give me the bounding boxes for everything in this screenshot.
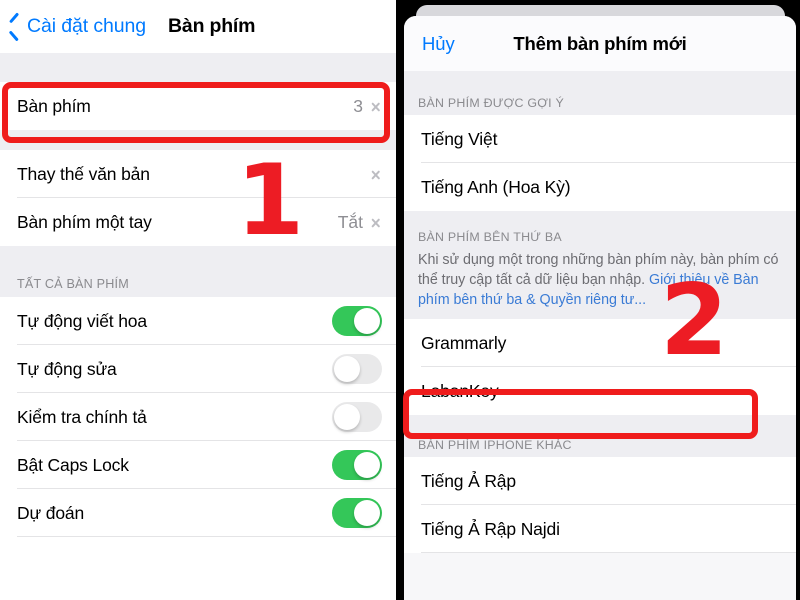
section-header-suggested: BÀN PHÍM ĐƯỢC GỢI Ý	[404, 89, 796, 115]
group-gap	[404, 415, 796, 431]
row-label: Tự động viết hoa	[17, 310, 147, 331]
toggle-tu-dong-sua[interactable]	[332, 354, 382, 384]
navigation-bar: Cài đặt chung Bàn phím	[0, 0, 396, 53]
row-label: Tiếng Ả Rập Najdi	[421, 518, 560, 539]
section-header-other-iphone: BÀN PHÍM IPHONE KHÁC	[404, 431, 796, 457]
tutorial-screenshot: Cài đặt chung Bàn phím Bàn phím 3 Thay t…	[0, 0, 800, 600]
toggle-du-doan[interactable]	[332, 498, 382, 528]
text-options-group: Thay thế văn bản Bàn phím một tay Tắt	[0, 150, 396, 246]
row-label: Bàn phím	[17, 95, 91, 116]
all-keyboards-toggle-group: Tự động viết hoa Tự động sửa Kiểm tra ch…	[0, 297, 396, 537]
other-keyboards-list: Tiếng Ả Rập Tiếng Ả Rập Najdi	[404, 457, 796, 553]
left-screen-keyboard-settings: Cài đặt chung Bàn phím Bàn phím 3 Thay t…	[0, 0, 396, 600]
row-label: Bàn phím một tay	[17, 211, 152, 232]
toggle-bat-caps-lock[interactable]	[332, 450, 382, 480]
right-screen-add-keyboard: Hủy Thêm bàn phím mới BÀN PHÍM ĐƯỢC GỢI …	[400, 0, 800, 600]
row-labankey[interactable]: LabanKey	[404, 367, 796, 415]
row-ban-phim[interactable]: Bàn phím 3	[0, 82, 396, 130]
row-bat-caps-lock[interactable]: Bật Caps Lock	[0, 441, 396, 489]
row-separator	[17, 536, 396, 537]
row-tieng-a-rap[interactable]: Tiếng Ả Rập	[404, 457, 796, 505]
suggested-keyboards-list: Tiếng Việt Tiếng Anh (Hoa Kỳ)	[404, 115, 796, 211]
row-tu-dong-sua[interactable]: Tự động sửa	[0, 345, 396, 393]
disclosure-chevron-icon	[372, 167, 381, 182]
disclosure-chevron-icon	[372, 215, 381, 230]
row-label: LabanKey	[421, 380, 499, 401]
sheet-navigation-bar: Hủy Thêm bàn phím mới	[404, 16, 796, 71]
row-label: Grammarly	[421, 332, 507, 353]
section-header-all-keyboards: TẤT CẢ BÀN PHÍM	[0, 270, 396, 297]
group-gap	[0, 130, 396, 150]
row-ban-phim-mot-tay[interactable]: Bàn phím một tay Tắt	[0, 198, 396, 246]
section-header-third-party: BÀN PHÍM BÊN THỨ BA	[404, 227, 796, 249]
row-tieng-anh-hoa-ky[interactable]: Tiếng Anh (Hoa Kỳ)	[404, 163, 796, 211]
row-du-doan[interactable]: Dự đoán	[0, 489, 396, 537]
group-gap	[0, 246, 396, 270]
row-label: Tiếng Ả Rập	[421, 470, 516, 491]
row-label: Dự đoán	[17, 502, 85, 523]
row-separator	[421, 552, 796, 553]
cancel-button[interactable]: Hủy	[422, 33, 455, 55]
group-gap	[0, 53, 396, 82]
row-tieng-a-rap-najdi[interactable]: Tiếng Ả Rập Najdi	[404, 505, 796, 553]
row-label: Bật Caps Lock	[17, 454, 129, 475]
third-party-privacy-description: Khi sử dụng một trong những bàn phím này…	[404, 249, 796, 319]
add-keyboard-sheet: Hủy Thêm bàn phím mới BÀN PHÍM ĐƯỢC GỢI …	[404, 16, 796, 600]
row-kiem-tra-chinh-ta[interactable]: Kiểm tra chính tả	[0, 393, 396, 441]
row-value: Tắt	[337, 211, 363, 232]
row-label: Tiếng Anh (Hoa Kỳ)	[421, 176, 571, 197]
row-value-count: 3	[353, 95, 363, 116]
group-gap	[404, 71, 796, 89]
third-party-keyboards-list: Grammarly LabanKey	[404, 319, 796, 415]
back-button-label: Cài đặt chung	[27, 15, 147, 37]
keyboards-group: Bàn phím 3	[0, 82, 396, 130]
toggle-kiem-tra-chinh-ta[interactable]	[332, 402, 382, 432]
row-label: Tiếng Việt	[421, 128, 498, 149]
disclosure-chevron-icon	[372, 99, 381, 114]
group-gap	[404, 211, 796, 227]
row-grammarly[interactable]: Grammarly	[404, 319, 796, 367]
row-thay-the-van-ban[interactable]: Thay thế văn bản	[0, 150, 396, 198]
row-label: Tự động sửa	[17, 358, 117, 379]
chevron-left-icon	[9, 17, 20, 36]
row-label: Kiểm tra chính tả	[17, 406, 147, 427]
back-button[interactable]: Cài đặt chung	[9, 15, 146, 38]
sheet-title: Thêm bàn phím mới	[513, 32, 687, 54]
page-title: Bàn phím	[168, 15, 256, 37]
row-tieng-viet[interactable]: Tiếng Việt	[404, 115, 796, 163]
row-label: Thay thế văn bản	[17, 163, 150, 184]
toggle-tu-dong-viet-hoa[interactable]	[332, 306, 382, 336]
row-tu-dong-viet-hoa[interactable]: Tự động viết hoa	[0, 297, 396, 345]
